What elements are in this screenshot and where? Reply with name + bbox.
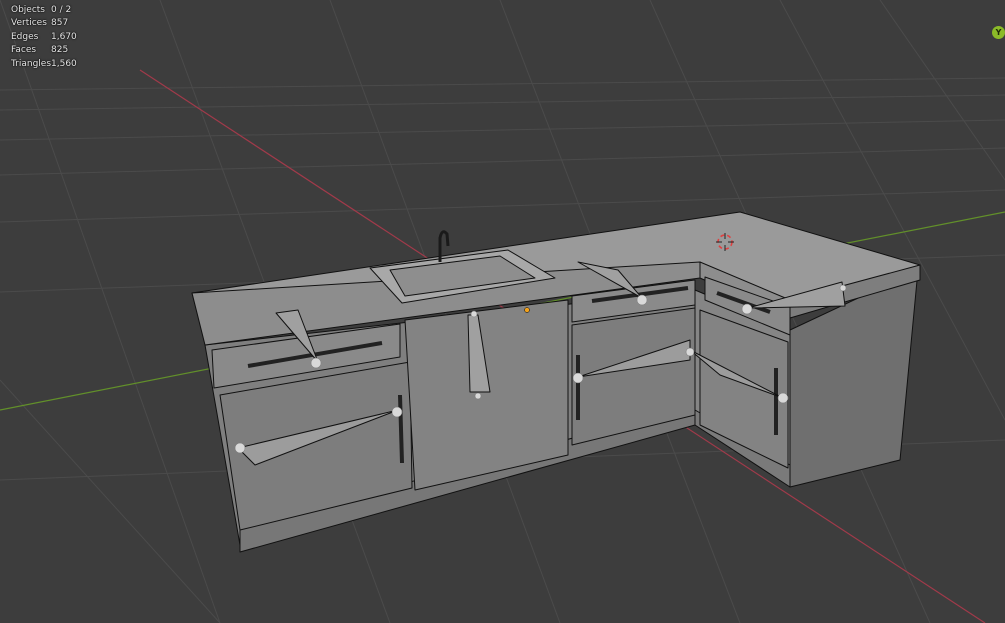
viewport-canvas[interactable] xyxy=(0,0,1005,623)
object-origin-dot[interactable] xyxy=(524,307,530,313)
viewport-statistics: Objects 0 / 2 Vertices 857 Edges 1,670 F… xyxy=(11,4,77,71)
stat-value: 857 xyxy=(51,18,69,29)
stat-value: 0 / 2 xyxy=(51,5,72,15)
stat-vertices: Vertices 857 xyxy=(11,17,77,30)
joint[interactable] xyxy=(572,372,584,384)
stat-edges: Edges 1,670 xyxy=(11,31,77,44)
joint[interactable] xyxy=(741,303,753,315)
joint[interactable] xyxy=(839,284,847,292)
joint[interactable] xyxy=(636,294,648,306)
stat-label: Edges xyxy=(11,31,39,42)
joint[interactable] xyxy=(777,392,789,404)
stat-label: Triangles xyxy=(11,58,52,69)
stat-value: 1,670 xyxy=(51,31,77,42)
kitchen-cabinet-mesh[interactable] xyxy=(191,211,921,553)
stat-label: Faces xyxy=(11,45,37,56)
stat-label: Objects xyxy=(11,5,46,15)
stat-value: 825 xyxy=(51,45,69,56)
stat-label: Vertices xyxy=(11,18,47,29)
stat-faces: Faces 825 xyxy=(11,44,77,57)
3d-viewport[interactable] xyxy=(0,0,1005,623)
stat-value: 1,560 xyxy=(51,58,77,69)
stat-objects: Objects 0 / 2 xyxy=(11,4,77,17)
joint[interactable] xyxy=(474,392,482,400)
joint[interactable] xyxy=(310,357,322,369)
y-axis-gizmo-icon[interactable]: Y xyxy=(992,26,1005,39)
stat-triangles: Triangles 1,560 xyxy=(11,58,77,71)
joint[interactable] xyxy=(391,406,403,418)
joint[interactable] xyxy=(470,310,478,318)
handle-door-left xyxy=(398,394,404,464)
joint[interactable] xyxy=(685,347,695,357)
joint[interactable] xyxy=(234,442,246,454)
